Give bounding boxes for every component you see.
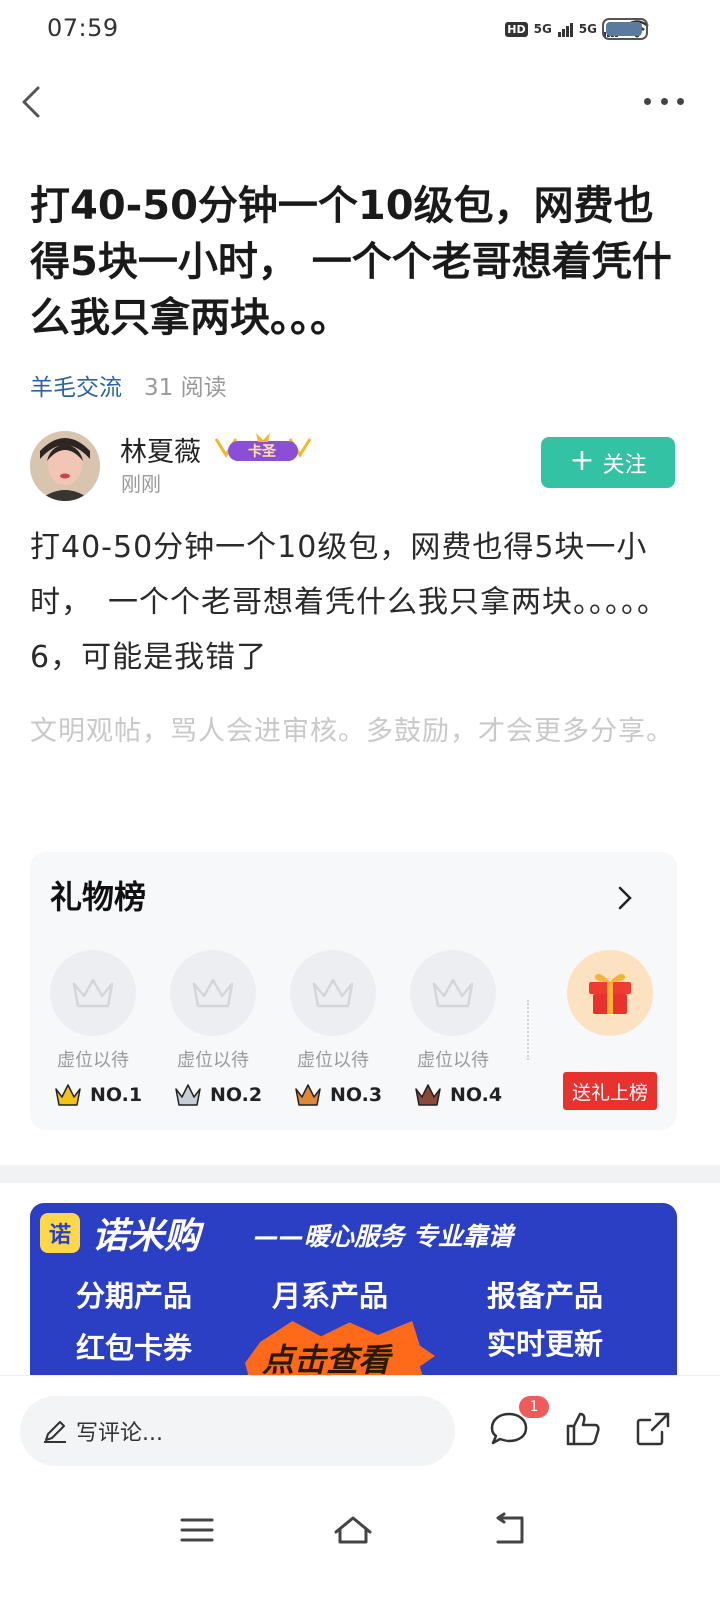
author-badge: 卡圣 [212, 433, 314, 463]
comment-input[interactable]: 写评论... [20, 1396, 455, 1466]
back-nav-icon[interactable] [486, 1508, 536, 1552]
gift-slot-1[interactable]: 虚位以待 [48, 950, 138, 1072]
hd-icon: HD [505, 21, 528, 37]
thumbs-up-icon[interactable] [562, 1408, 604, 1450]
section-separator [0, 1165, 720, 1183]
ad-banner[interactable]: 诺 诺米购 ——暖心服务 专业靠谱 分期产品 月系产品 报备产品 红包卡券 实时… [30, 1203, 677, 1375]
ad-item: 实时更新 [487, 1327, 604, 1361]
status-time: 07:59 [47, 14, 119, 42]
post-title: 打40-50分钟一个10级包，网费也得5块一小时， 一个个老哥想着凭什么我只拿两… [30, 183, 672, 341]
rank-label: NO.4 [450, 1084, 503, 1106]
ad-item: 报备产品 [487, 1279, 604, 1313]
bottom-bar: 写评论... 1 [0, 1375, 720, 1485]
ad-cta[interactable]: 点击查看 [262, 1335, 390, 1375]
divider [527, 1000, 529, 1060]
rank-3: NO.3 [294, 1080, 404, 1110]
post-body: 打40-50分钟一个10级包，网费也得5块一小时， 一个个老哥想着凭什么我只拿两… [30, 530, 668, 675]
author-badge-label: 卡圣 [248, 444, 276, 460]
empty-crown-icon [410, 950, 496, 1036]
post-meta: 羊毛交流 31 阅读 [30, 368, 227, 402]
chevron-right-icon[interactable] [615, 884, 635, 912]
gift-slot-3[interactable]: 虚位以待 [288, 950, 378, 1072]
home-icon[interactable] [328, 1508, 378, 1552]
follow-button[interactable]: + 关注 [541, 437, 675, 488]
gold-crown-icon [55, 1084, 81, 1106]
ad-slogan: ——暖心服务 专业靠谱 [254, 1222, 513, 1251]
category-link[interactable]: 羊毛交流 [30, 368, 122, 402]
nav-bar [0, 70, 720, 134]
pencil-icon [44, 1421, 66, 1443]
avatar-image [30, 431, 100, 501]
menu-icon[interactable] [172, 1508, 222, 1552]
comment-placeholder: 写评论... [76, 1421, 163, 1446]
author-name[interactable]: 林夏薇 [120, 430, 201, 469]
slot-label: 虚位以待 [297, 1050, 369, 1071]
silver-crown-icon [175, 1084, 201, 1106]
gift-slot-2[interactable]: 虚位以待 [168, 950, 258, 1072]
avatar[interactable] [30, 431, 100, 501]
rank-1: NO.1 [54, 1080, 164, 1110]
plus-icon: + [569, 442, 595, 478]
empty-crown-icon [50, 950, 136, 1036]
slot-label: 虚位以待 [57, 1050, 129, 1071]
ad-item: 红包卡券 [76, 1331, 193, 1365]
back-icon[interactable] [14, 80, 54, 124]
rank-4: NO.4 [414, 1080, 524, 1110]
ad-item: 分期产品 [76, 1279, 193, 1313]
rank-2: NO.2 [174, 1080, 284, 1110]
read-count: 31 阅读 [144, 375, 227, 401]
network-type-2: 5G [578, 22, 597, 36]
post-time: 刚刚 [121, 472, 161, 496]
bronze-crown-icon [295, 1084, 321, 1106]
signal-icon-1 [557, 21, 573, 37]
follow-label: 关注 [602, 452, 647, 478]
status-bar: 07:59 HD 5G 5G [0, 0, 720, 56]
post-hint: 文明观帖，骂人会进审核。多鼓励，才会更多分享。 [30, 716, 674, 747]
ad-brand: 诺米购 [92, 1216, 201, 1257]
send-gift-button[interactable]: 送礼上榜 [563, 1072, 657, 1110]
ad-logo: 诺 [40, 1213, 80, 1253]
battery-icon [602, 18, 648, 40]
share-icon[interactable] [632, 1408, 674, 1450]
system-nav-bar [0, 1490, 720, 1600]
comment-count-badge: 1 [519, 1396, 549, 1418]
network-type-1: 5G [533, 22, 552, 36]
empty-crown-icon [170, 950, 256, 1036]
rank-label: NO.1 [90, 1084, 143, 1106]
empty-crown-icon [290, 950, 376, 1036]
slot-label: 虚位以待 [417, 1050, 489, 1071]
rank-label: NO.3 [330, 1084, 383, 1106]
ad-item: 月系产品 [272, 1279, 389, 1313]
more-icon[interactable] [644, 86, 684, 116]
slot-label: 虚位以待 [177, 1050, 249, 1071]
dark-crown-icon [415, 1084, 441, 1106]
rank-label: NO.2 [210, 1084, 263, 1106]
gift-slot-4[interactable]: 虚位以待 [408, 950, 498, 1072]
gift-board-title: 礼物榜 [50, 878, 147, 916]
gift-box-icon[interactable] [567, 950, 653, 1036]
gift-board: 礼物榜 虚位以待 虚位以待 虚位以待 虚位以待 NO.1 NO.2 NO.3 N… [30, 852, 677, 1130]
